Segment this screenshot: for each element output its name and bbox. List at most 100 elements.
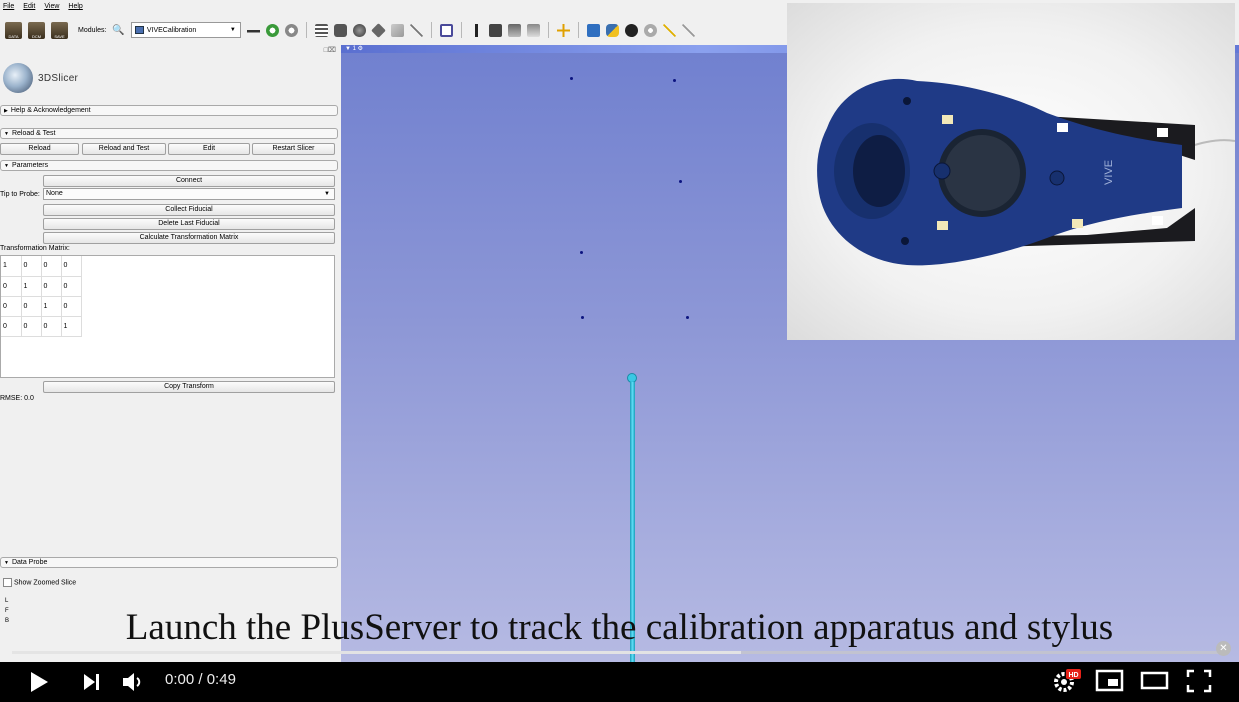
hd-badge: HD xyxy=(1068,672,1078,679)
volumes-module-icon[interactable] xyxy=(333,23,347,37)
menu-edit[interactable]: Edit xyxy=(23,3,35,14)
theater-mode-icon[interactable] xyxy=(1140,668,1170,694)
module-history-icon[interactable] xyxy=(246,23,260,37)
mouse-mode-icon[interactable] xyxy=(469,23,483,37)
video-caption: Launch the PlusServer to track the calib… xyxy=(125,607,1114,648)
tip-to-probe-select[interactable]: None ▼ xyxy=(43,188,335,200)
miniplayer-icon[interactable] xyxy=(1095,668,1125,694)
chevron-down-icon: ▼ xyxy=(4,560,9,566)
progress-buffered xyxy=(12,651,741,654)
calculate-transformation-matrix-button[interactable]: Calculate Transformation Matrix xyxy=(43,232,335,244)
save-button[interactable]: SAVE xyxy=(51,21,68,39)
toolbar-separator xyxy=(547,22,549,38)
screenshot-icon[interactable] xyxy=(488,23,502,37)
matrix-cell[interactable]: 0 xyxy=(41,316,62,337)
capture-view-icon[interactable] xyxy=(526,23,540,37)
fiducial-point[interactable] xyxy=(673,79,676,82)
next-icon[interactable] xyxy=(82,672,102,692)
python-console-icon[interactable] xyxy=(605,23,619,37)
matrix-cell[interactable]: 0 xyxy=(21,296,42,317)
menu-help[interactable]: Help xyxy=(68,3,82,14)
show-zoomed-slice-checkbox[interactable]: Show Zoomed Slice xyxy=(3,578,76,587)
magic-wand-icon[interactable] xyxy=(662,23,676,37)
matrix-cell[interactable]: 1 xyxy=(41,296,62,317)
load-data-button[interactable]: DATA xyxy=(5,21,22,39)
section-help-acknowledgement[interactable]: ▶ Help & Acknowledgement xyxy=(0,105,338,116)
camera-video-overlay: VIVE xyxy=(787,3,1235,340)
matrix-cell[interactable]: 0 xyxy=(41,276,62,297)
matrix-cell[interactable]: 0 xyxy=(1,316,22,337)
load-data-label: DATA xyxy=(8,33,19,39)
transforms-module-icon[interactable] xyxy=(371,22,386,38)
menu-bar: File Edit View Help xyxy=(0,0,786,14)
menu-view[interactable]: View xyxy=(44,3,59,14)
matrix-cell[interactable]: 0 xyxy=(61,296,82,317)
volume-icon[interactable] xyxy=(121,671,145,693)
module-selector[interactable]: VIVECalibration ▼ xyxy=(130,22,241,38)
module-search-icon[interactable]: 🔍 xyxy=(112,25,124,36)
slicer-logo-text: 3DSlicer xyxy=(38,73,79,84)
sequence-icon[interactable] xyxy=(624,23,638,37)
fiducial-point[interactable] xyxy=(679,180,682,183)
close-icon[interactable]: ✕ xyxy=(1216,641,1231,656)
section-parameters[interactable]: ▼ Parameters xyxy=(0,160,338,171)
matrix-cell[interactable]: 0 xyxy=(1,276,22,297)
menu-file[interactable]: File xyxy=(3,3,14,14)
reload-button[interactable]: Reload xyxy=(0,143,79,155)
fiducial-point[interactable] xyxy=(686,316,689,319)
main-toolbar: DATA DCM SAVE Modules: 🔍 VIVECalibration… xyxy=(0,15,786,45)
vive-brand-text: VIVE xyxy=(1103,160,1115,185)
reload-and-test-button[interactable]: Reload and Test xyxy=(82,143,166,155)
fiducial-point[interactable] xyxy=(581,316,584,319)
scene-view-icon[interactable] xyxy=(507,23,521,37)
matrix-cell[interactable]: 1 xyxy=(61,316,82,337)
slicer-window: File Edit View Help DATA DCM SAVE Module… xyxy=(0,0,1239,662)
restart-slicer-button[interactable]: Restart Slicer xyxy=(252,143,335,155)
fullscreen-icon[interactable] xyxy=(1185,668,1213,694)
matrix-cell[interactable]: 0 xyxy=(21,316,42,337)
matrix-cell[interactable]: 0 xyxy=(21,256,42,277)
connect-button[interactable]: Connect xyxy=(43,175,335,187)
section-parameters-label: Parameters xyxy=(11,162,49,169)
view-settings-icon[interactable] xyxy=(643,23,657,37)
matrix-grid: 1 0 0 0 0 1 0 0 0 0 1 0 0 0 0 1 xyxy=(1,256,82,337)
matrix-cell[interactable]: 0 xyxy=(61,276,82,297)
video-player-controls: 0:00 / 0:49 HD xyxy=(0,662,1239,702)
fiducial-point[interactable] xyxy=(580,251,583,254)
matrix-cell[interactable]: 1 xyxy=(21,276,42,297)
pin-icon[interactable]: ▼ 1 ⚙ xyxy=(345,45,363,52)
delete-last-fiducial-button[interactable]: Delete Last Fiducial xyxy=(43,218,335,230)
wrench-icon[interactable] xyxy=(681,23,695,37)
markups-module-icon[interactable] xyxy=(390,23,404,37)
matrix-cell[interactable]: 0 xyxy=(41,256,62,277)
load-dicom-button[interactable]: DCM xyxy=(28,21,45,39)
play-icon[interactable] xyxy=(28,670,50,694)
table-row: 0 1 0 0 xyxy=(1,276,82,297)
vive-tracker-image: VIVE xyxy=(817,78,1235,266)
panel-float-close-icons[interactable]: □⌧ xyxy=(324,46,336,54)
probe-axis-l: L xyxy=(5,598,9,604)
edit-button[interactable]: Edit xyxy=(168,143,250,155)
extension-manager-icon[interactable] xyxy=(586,23,600,37)
tip-to-probe-label: Tip to Probe: xyxy=(0,191,40,198)
copy-transform-button[interactable]: Copy Transform xyxy=(43,381,335,393)
settings-gear-icon[interactable]: HD xyxy=(1052,668,1082,694)
chevron-down-icon: ▼ xyxy=(4,163,9,169)
data-module-icon[interactable] xyxy=(314,23,328,37)
collect-fiducial-button[interactable]: Collect Fiducial xyxy=(43,204,335,216)
layout-icon[interactable] xyxy=(439,23,453,37)
save-label: SAVE xyxy=(54,33,65,39)
forward-arrow-icon[interactable] xyxy=(284,23,298,37)
fiducial-point[interactable] xyxy=(570,77,573,80)
back-arrow-icon[interactable] xyxy=(265,23,279,37)
matrix-cell[interactable]: 0 xyxy=(61,256,82,277)
matrix-cell[interactable]: 0 xyxy=(1,296,22,317)
editor-module-icon[interactable] xyxy=(409,23,423,37)
transformation-matrix-table[interactable]: 1 0 0 0 0 1 0 0 0 0 1 0 0 0 0 1 xyxy=(0,255,335,378)
models-module-icon[interactable] xyxy=(352,23,366,37)
section-data-probe[interactable]: ▼ Data Probe xyxy=(0,557,338,568)
matrix-cell[interactable]: 1 xyxy=(1,256,22,277)
video-progress-bar[interactable] xyxy=(12,651,1227,654)
section-reload-test[interactable]: ▼ Reload & Test xyxy=(0,128,338,139)
crosshair-icon[interactable] xyxy=(556,23,570,37)
